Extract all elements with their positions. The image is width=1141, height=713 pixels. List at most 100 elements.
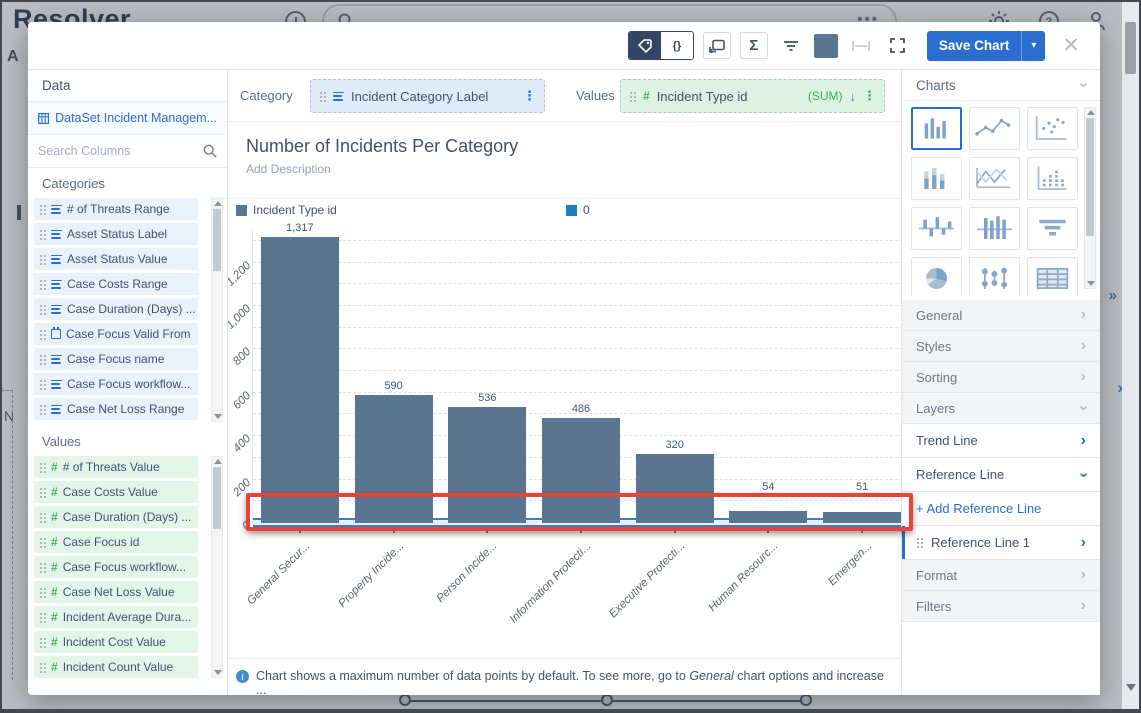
value-column-pill[interactable]: # Incident Type id (SUM) ↓ ⋮ [620, 79, 885, 113]
drag-handle-icon[interactable] [39, 536, 46, 548]
chart-type-stacked-column[interactable] [911, 157, 962, 200]
chart-type-box-plot[interactable] [969, 257, 1020, 296]
drag-handle-icon[interactable] [916, 537, 923, 548]
category-column-item[interactable]: Asset Status Value [34, 248, 198, 270]
values-scrollbar[interactable] [211, 456, 223, 678]
section-styles[interactable]: Styles › [902, 331, 1100, 362]
value-column-item[interactable]: # Case Net Loss Value [34, 581, 198, 603]
bar-width-button[interactable] [846, 32, 875, 59]
categories-scrollbar[interactable] [211, 198, 223, 422]
category-column-item[interactable]: # of Threats Range [34, 198, 198, 220]
sum-button[interactable]: Σ [739, 32, 768, 59]
aggregation-badge[interactable]: (SUM) [808, 89, 843, 103]
scroll-down-arrow[interactable] [1087, 281, 1095, 286]
drag-handle-icon[interactable] [39, 378, 46, 390]
layers-item-reference-line[interactable]: Reference Line › [902, 458, 1100, 492]
close-icon[interactable]: ✕ [1062, 35, 1080, 56]
scrollbar-thumb[interactable] [1125, 22, 1136, 74]
category-column-item[interactable]: Case Focus workflow... [34, 373, 198, 395]
chart-type-diverging-bars[interactable] [911, 207, 962, 250]
drag-handle-icon[interactable] [319, 90, 326, 102]
scroll-down-arrow[interactable] [214, 670, 222, 675]
drag-handle-icon[interactable] [39, 278, 46, 290]
section-general[interactable]: General › [902, 300, 1100, 331]
category-column-item[interactable]: Case Duration (Days) ... [34, 298, 198, 320]
fullscreen-button[interactable] [883, 32, 912, 59]
category-column-pill[interactable]: Incident Category Label ⋮ [310, 79, 545, 113]
scrollbar-thumb[interactable] [1086, 118, 1094, 236]
add-reference-line-link[interactable]: + Add Reference Line [902, 492, 1100, 526]
chart-type-line[interactable] [969, 107, 1020, 150]
value-column-item[interactable]: # Case Duration (Days) ... [34, 506, 198, 528]
bar-1[interactable] [354, 394, 433, 523]
scroll-up-arrow[interactable] [1087, 110, 1095, 115]
layers-item-trend-line[interactable]: Trend Line › [902, 424, 1100, 458]
reference-line-1-item[interactable]: Reference Line 1 › [902, 526, 1100, 560]
chart-type-scrollbar[interactable] [1084, 107, 1096, 289]
drag-handle-icon[interactable] [39, 353, 46, 365]
drag-handle-icon[interactable] [39, 511, 46, 523]
drag-handle-icon[interactable] [39, 561, 46, 573]
chart-type-table[interactable] [1027, 257, 1078, 296]
color-swatch-button[interactable] [813, 33, 838, 58]
bar-5[interactable] [729, 511, 808, 523]
dataset-selector[interactable]: DataSet Incident Managem... [28, 102, 227, 135]
value-column-item[interactable]: # Case Focus id [34, 531, 198, 553]
scroll-up-arrow[interactable] [214, 201, 222, 206]
scrollbar-thumb[interactable] [213, 209, 221, 271]
section-sorting[interactable]: Sorting › [902, 362, 1100, 393]
pill-menu-icon[interactable]: ⋮ [863, 88, 876, 104]
chart-type-multi-line[interactable] [969, 157, 1020, 200]
bar-4[interactable] [635, 453, 714, 523]
chart-description-placeholder[interactable]: Add Description [246, 162, 331, 176]
page-scrollbar[interactable] [1122, 2, 1139, 709]
drag-handle-icon[interactable] [39, 403, 46, 415]
drag-handle-icon[interactable] [39, 661, 46, 673]
drag-handle-icon[interactable] [39, 586, 46, 598]
category-column-item[interactable]: Case Focus Valid From [34, 323, 198, 345]
value-column-item[interactable]: # Incident Count Value [34, 656, 198, 678]
save-chart-dropdown[interactable]: ▾ [1021, 30, 1045, 61]
legend-item[interactable]: Incident Type id [236, 203, 337, 217]
drag-handle-icon[interactable] [39, 253, 46, 265]
value-column-item[interactable]: # Incident Average Dura... [34, 606, 198, 628]
drag-handle-icon[interactable] [39, 611, 46, 623]
value-column-item[interactable]: # Case Focus workflow... [34, 556, 198, 578]
chart-type-grouped-column[interactable] [969, 207, 1020, 250]
chart-type-column[interactable] [911, 107, 962, 150]
chart-type-pie[interactable] [911, 257, 962, 296]
chart-type-funnel[interactable] [1027, 207, 1078, 250]
section-format[interactable]: Format › [902, 560, 1100, 591]
scroll-up-arrow[interactable] [214, 459, 222, 464]
search-columns-input[interactable] [38, 144, 203, 158]
category-column-item[interactable]: Asset Status Label [34, 223, 198, 245]
drag-handle-icon[interactable] [39, 461, 46, 473]
charts-section-header[interactable]: Charts › [902, 70, 1100, 101]
bar-3[interactable] [542, 417, 620, 523]
section-filters[interactable]: Filters › [902, 591, 1100, 622]
value-column-item[interactable]: # # of Threats Value [34, 456, 198, 478]
drag-handle-icon[interactable] [629, 90, 636, 102]
drag-handle-icon[interactable] [39, 303, 46, 315]
sort-descending-icon[interactable]: ↓ [850, 89, 857, 104]
tag-mode-button[interactable] [628, 32, 661, 59]
bar-2[interactable] [448, 406, 527, 523]
section-layers[interactable]: Layers › [902, 393, 1100, 424]
category-column-item[interactable]: Case Net Loss Range [34, 398, 198, 420]
drag-handle-icon[interactable] [39, 203, 46, 215]
chart-title[interactable]: Number of Incidents Per Category [246, 136, 518, 157]
drag-handle-icon[interactable] [39, 636, 46, 648]
value-column-item[interactable]: # Incident Cost Value [34, 631, 198, 653]
filter-button[interactable] [776, 32, 805, 59]
value-column-item[interactable]: # Case Costs Value [34, 481, 198, 503]
pill-menu-icon[interactable]: ⋮ [523, 88, 536, 104]
drag-handle-icon[interactable] [39, 328, 46, 340]
category-column-item[interactable]: Case Costs Range [34, 273, 198, 295]
data-label-button[interactable] [702, 32, 731, 59]
drag-handle-icon[interactable] [39, 228, 46, 240]
bar-6[interactable] [823, 511, 901, 523]
bar-0[interactable] [260, 237, 339, 523]
scrollbar-down-arrow[interactable] [1126, 684, 1136, 691]
drag-handle-icon[interactable] [39, 486, 46, 498]
save-chart-button[interactable]: Save Chart ▾ [926, 30, 1046, 61]
